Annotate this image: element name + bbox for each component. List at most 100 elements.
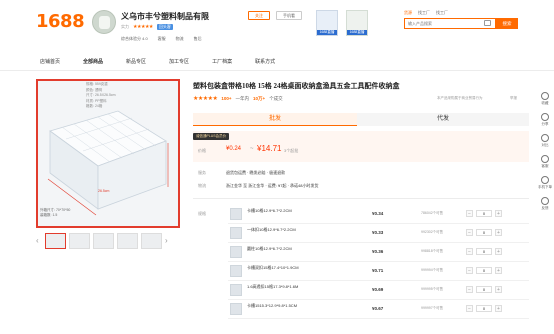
qty-increase-button[interactable]: + [495, 248, 502, 255]
sidebar-mobile[interactable]: 手机下单 [538, 176, 552, 189]
shop-link-aftersale[interactable]: 售后 [194, 36, 202, 42]
nav-all-products[interactable]: 全部商品 [83, 58, 103, 65]
follow-button[interactable]: 关注 [248, 11, 270, 20]
variant-stock: 999997个可售 [421, 306, 444, 310]
search-tabs: 货源 找工厂 找工厂 [404, 10, 448, 16]
nav-factory[interactable]: 工厂档案 [212, 58, 232, 65]
shipping-value[interactable]: 浙江金华 至 浙江金华 · 运费: ¥7起 · 承诺48小时发货 [226, 183, 318, 189]
thumbnail-3[interactable] [93, 233, 114, 249]
search-box [404, 18, 496, 29]
price-low: ¥0.24 [226, 146, 242, 152]
qty-increase-button[interactable]: + [495, 267, 502, 274]
shop-link-service[interactable]: 客服 [158, 36, 166, 42]
shop-link-score[interactable]: 综合体验分 4.0 [121, 36, 148, 42]
qty-input[interactable]: 0 [476, 267, 492, 274]
variant-thumbnail[interactable] [230, 227, 242, 239]
variant-thumbnail[interactable] [230, 208, 242, 220]
nav-contact[interactable]: 联系方式 [255, 58, 275, 65]
sidebar-feedback[interactable]: 反馈 [541, 197, 549, 210]
sidebar-label: 反馈 [541, 206, 549, 210]
nav-home[interactable]: 店铺首页 [40, 58, 60, 65]
qty-decrease-button[interactable]: − [466, 267, 473, 274]
qty-increase-button[interactable]: + [495, 286, 502, 293]
thumbnail-4[interactable] [117, 233, 138, 249]
qty-decrease-button[interactable]: − [466, 248, 473, 255]
variant-thumbnail[interactable] [230, 265, 242, 277]
image-spec-line: 格数: 24格 [86, 104, 103, 108]
variant-thumbnail[interactable] [230, 303, 242, 315]
promo-thumb-2[interactable]: 1688直播 [346, 10, 368, 36]
qty-decrease-button[interactable]: − [466, 305, 473, 312]
qty-input[interactable]: 0 [476, 248, 492, 255]
search-input[interactable] [405, 19, 495, 28]
variant-row: 卡槽1515.3*12.9*9.8*1.5CM ¥0.67 999997个可售 … [228, 300, 529, 319]
tab-dropship[interactable]: 代发 [357, 113, 529, 126]
thumbnail-strip: ‹ › [36, 233, 171, 249]
mobile-view-button[interactable]: 手机看 [276, 11, 302, 20]
image-spec-overlay: 规格: 559克重 颜色: 透明 尺寸: 26.5X26.5cm 材质: PP塑… [86, 82, 116, 110]
min-order: 3个起批 [284, 148, 299, 153]
variant-row: 圆柱10格12.9*6.7*2.2CM ¥0.36 998818个可售 − 0 … [228, 243, 529, 262]
qty-increase-button[interactable]: + [495, 305, 502, 312]
sidebar-label: 对比 [541, 143, 549, 147]
service-label: 服务 [198, 170, 206, 175]
image-bottom-line: 装箱数: 1.5 [40, 213, 58, 217]
thumbnail-2[interactable] [69, 233, 90, 249]
sidebar-share[interactable]: 分享 [541, 113, 549, 126]
price-separator: ~ [250, 146, 254, 152]
variant-name: 1.6高透扣15格17.3*9.8*1.6M [247, 284, 299, 289]
variant-price: ¥0.71 [372, 268, 384, 273]
shop-avatar[interactable] [92, 10, 116, 34]
variant-thumbnail[interactable] [230, 246, 242, 258]
shop-link-logistics[interactable]: 物流 [176, 36, 184, 42]
search-tab-factory-2[interactable]: 找工厂 [436, 10, 448, 16]
variant-name: 卡槽1515.3*12.9*9.8*1.5CM [247, 303, 298, 308]
qty-decrease-button[interactable]: − [466, 210, 473, 217]
image-dimension-label: 26.5cm [98, 189, 110, 193]
sidebar-label: 手机下单 [538, 185, 552, 189]
shop-name[interactable]: 义乌市丰兮塑料制品有限 [121, 11, 209, 22]
variant-price: ¥0.34 [372, 211, 384, 216]
trade-note: 本产品采购属于商业贸易行为 [437, 96, 483, 100]
sidebar-label: 收藏 [541, 101, 549, 105]
sidebar-favorite[interactable]: 收藏 [541, 92, 549, 105]
review-count[interactable]: 100+ [221, 96, 231, 101]
variant-price: ¥0.36 [372, 249, 384, 254]
nav-processing[interactable]: 加工专区 [169, 58, 189, 65]
qty-increase-button[interactable]: + [495, 210, 502, 217]
search-button[interactable]: 搜索 [496, 18, 518, 29]
variant-row: 一体扣10格12.9*6.7*2.2CM ¥0.33 992302个可售 − 0… [228, 224, 529, 243]
qty-input[interactable]: 0 [476, 210, 492, 217]
variant-row: 1.6高透扣15格17.3*9.8*1.6M ¥0.69 999995个可售 −… [228, 281, 529, 300]
report-link[interactable]: 举报 [510, 96, 517, 101]
qty-decrease-button[interactable]: − [466, 229, 473, 236]
qty-input[interactable]: 0 [476, 286, 492, 293]
site-logo[interactable]: 1688 [36, 11, 85, 32]
variant-stock: 992302个可售 [421, 230, 444, 234]
sidebar-service[interactable]: 客服 [541, 155, 549, 168]
promo-thumb-1[interactable]: 1688直播 [316, 10, 338, 36]
thumbnail-5[interactable] [141, 233, 162, 249]
shop-tag: 实力 [121, 24, 129, 29]
product-title: 塑料包装盒带格10格 15格 24格桌面收纳盒渔具五金工具配件收纳盒 [193, 82, 400, 90]
promo-caption-2: 1688直播 [347, 30, 367, 35]
variant-price: ¥0.33 [372, 230, 384, 235]
qty-increase-button[interactable]: + [495, 229, 502, 236]
thumb-prev-icon[interactable]: ‹ [36, 233, 42, 249]
variant-thumbnail[interactable] [230, 284, 242, 296]
nav-new[interactable]: 新品专区 [126, 58, 146, 65]
price-high: ¥14.71 [257, 144, 282, 153]
plus-member-tag: 诚信通PLUS会员价 [193, 133, 230, 140]
shop-links: 综合体验分 4.0 客服 物流 售后 [121, 36, 202, 42]
search-tab-goods[interactable]: 货源 [404, 10, 412, 16]
search-tab-factory[interactable]: 找工厂 [418, 10, 430, 16]
qty-input[interactable]: 0 [476, 305, 492, 312]
thumbnail-1[interactable] [45, 233, 66, 249]
camera-icon[interactable] [484, 20, 491, 26]
qty-input[interactable]: 0 [476, 229, 492, 236]
qty-decrease-button[interactable]: − [466, 286, 473, 293]
thumb-next-icon[interactable]: › [165, 233, 171, 249]
sidebar-compare[interactable]: 对比 [541, 134, 549, 147]
price-box [193, 131, 529, 162]
sold-prefix: 一年内 [235, 95, 250, 101]
